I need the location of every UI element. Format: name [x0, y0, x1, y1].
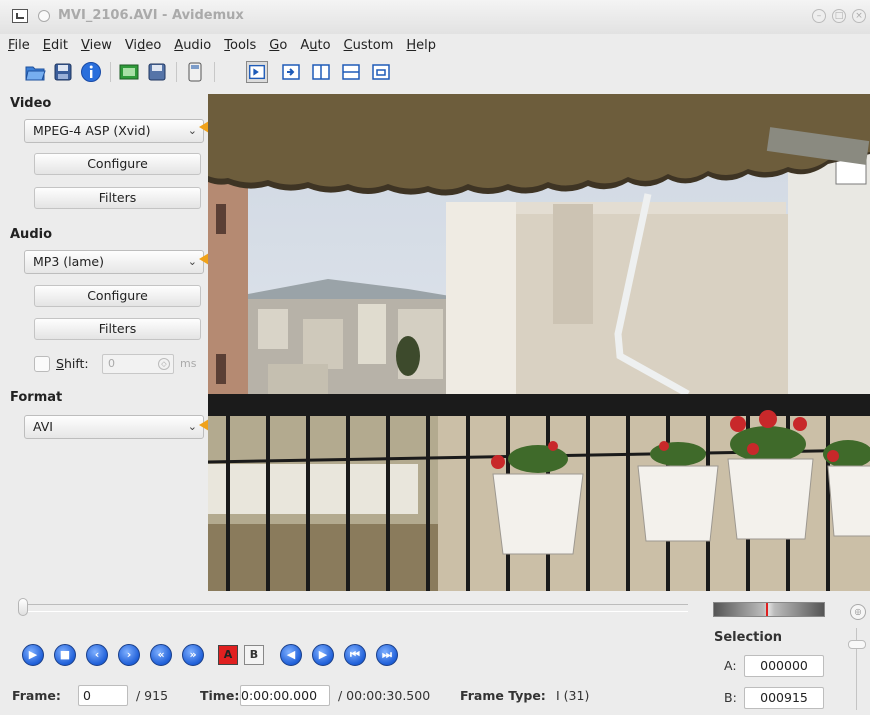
seek-handle[interactable]: [18, 598, 28, 616]
toolbar-separator: [110, 62, 111, 82]
shift-unit: ms: [180, 357, 197, 370]
go-to-marker-a-icon[interactable]: ◀: [280, 644, 302, 666]
spin-icon[interactable]: ◇: [158, 358, 170, 370]
close-icon[interactable]: ×: [852, 9, 866, 23]
open-video-icon[interactable]: [118, 61, 140, 83]
video-section-title: Video: [10, 96, 52, 111]
audio-codec-value: MP3 (lame): [33, 254, 105, 269]
app-menu-icon[interactable]: [12, 9, 28, 23]
audio-section-title: Audio: [10, 227, 53, 242]
volume-meter: [713, 602, 825, 617]
toolbar-separator: [176, 62, 177, 82]
selection-b-field[interactable]: 000915: [744, 687, 824, 709]
video-codec-value: MPEG-4 ASP (Xvid): [33, 123, 151, 138]
open-folder-icon[interactable]: [24, 61, 46, 83]
selection-b-label: B:: [724, 690, 737, 705]
play-icon[interactable]: ▶: [22, 644, 44, 666]
menu-edit[interactable]: Edit: [43, 38, 68, 53]
chevron-down-icon: ⌄: [187, 124, 197, 137]
format-value: AVI: [33, 419, 53, 434]
chevron-down-icon: ⌄: [187, 255, 197, 268]
toolbar-separator: [214, 62, 215, 82]
next-frame-icon[interactable]: ›: [118, 644, 140, 666]
previous-keyframe-icon[interactable]: «: [150, 644, 172, 666]
left-panel: Video MPEG-4 ASP (Xvid) ⌄ Configure Filt…: [0, 92, 208, 592]
menu-go[interactable]: Go: [269, 38, 287, 53]
vertical-slider-handle[interactable]: [848, 640, 866, 649]
maximize-icon[interactable]: □: [832, 9, 846, 23]
selection-title: Selection: [714, 630, 783, 645]
video-configure-button[interactable]: Configure: [34, 153, 201, 175]
menu-file[interactable]: File: [8, 38, 30, 53]
shift-spinbox[interactable]: 0 ◇: [102, 354, 174, 374]
video-preview: [208, 94, 870, 591]
frame-input[interactable]: 0: [78, 685, 128, 706]
video-filters-button[interactable]: Filters: [34, 187, 201, 209]
shift-checkbox[interactable]: [34, 356, 50, 372]
set-marker-a-button[interactable]: A: [218, 645, 238, 665]
chevron-down-icon: ⌄: [187, 420, 197, 433]
audio-codec-select[interactable]: MP3 (lame) ⌄: [24, 250, 204, 274]
volume-meter-marker: [766, 603, 768, 616]
top-bottom-icon[interactable]: [340, 61, 362, 83]
go-to-end-icon[interactable]: ⏭: [376, 644, 398, 666]
input-preview-icon[interactable]: [246, 61, 268, 83]
navigation-bar: ▶ ■ ‹ › « » A B ◀ ▶ ⏮ ⏭: [22, 644, 422, 668]
menu-tools[interactable]: Tools: [224, 38, 256, 53]
calculator-icon[interactable]: [184, 61, 206, 83]
audio-filters-button[interactable]: Filters: [34, 318, 201, 340]
toolbar: [0, 58, 870, 88]
time-input[interactable]: 0:00:00.000: [240, 685, 330, 706]
previous-frame-icon[interactable]: ‹: [86, 644, 108, 666]
menu-audio[interactable]: Audio: [174, 38, 211, 53]
time-label: Time:: [200, 688, 240, 703]
set-marker-b-button[interactable]: B: [244, 645, 264, 665]
selection-a-label: A:: [724, 658, 737, 673]
menu-auto[interactable]: Auto: [300, 38, 330, 53]
menu-help[interactable]: Help: [406, 38, 436, 53]
shift-label-rest: hift:: [63, 356, 89, 371]
save-icon[interactable]: [52, 61, 74, 83]
frame-type-value: I (31): [556, 688, 590, 703]
sticky-icon[interactable]: [38, 10, 50, 22]
shift-value: 0: [108, 357, 115, 370]
menu-video[interactable]: Video: [125, 38, 161, 53]
frame-label: Frame:: [12, 688, 61, 703]
info-icon[interactable]: [80, 61, 102, 83]
format-select[interactable]: AVI ⌄: [24, 415, 204, 439]
video-codec-select[interactable]: MPEG-4 ASP (Xvid) ⌄: [24, 119, 204, 143]
frame-type-label: Frame Type:: [460, 688, 546, 703]
next-keyframe-icon[interactable]: »: [182, 644, 204, 666]
format-section-title: Format: [10, 390, 63, 405]
shift-label-mnemonic: S: [56, 356, 64, 371]
menu-custom[interactable]: Custom: [344, 38, 394, 53]
audio-shift-row: Shift: 0 ◇ ms: [34, 354, 206, 374]
menu-bar: File Edit View Video Audio Tools Go Auto Custom H…: [0, 34, 870, 56]
picture-in-picture-icon[interactable]: [370, 61, 392, 83]
minimize-icon[interactable]: –: [812, 9, 826, 23]
seek-track[interactable]: [18, 604, 688, 612]
save-video-icon[interactable]: [146, 61, 168, 83]
frame-total: / 915: [136, 688, 169, 703]
shift-label: Shift:: [56, 356, 89, 371]
jog-icon[interactable]: ◎: [850, 604, 866, 620]
selection-a-field[interactable]: 000000: [744, 655, 824, 677]
go-to-marker-b-icon[interactable]: ▶: [312, 644, 334, 666]
output-preview-icon[interactable]: [280, 61, 302, 83]
title-bar: MVI_2106.AVI - Avidemux – □ ×: [0, 0, 870, 34]
window-title: MVI_2106.AVI - Avidemux: [58, 8, 244, 23]
audio-configure-button[interactable]: Configure: [34, 285, 201, 307]
status-bar: Frame: 0 / 915 Time: 0:00:00.000 / 00:00…: [0, 684, 700, 708]
time-total: / 00:00:30.500: [338, 688, 431, 703]
go-to-start-icon[interactable]: ⏮: [344, 644, 366, 666]
stop-icon[interactable]: ■: [54, 644, 76, 666]
menu-view[interactable]: View: [81, 38, 112, 53]
side-by-side-icon[interactable]: [310, 61, 332, 83]
